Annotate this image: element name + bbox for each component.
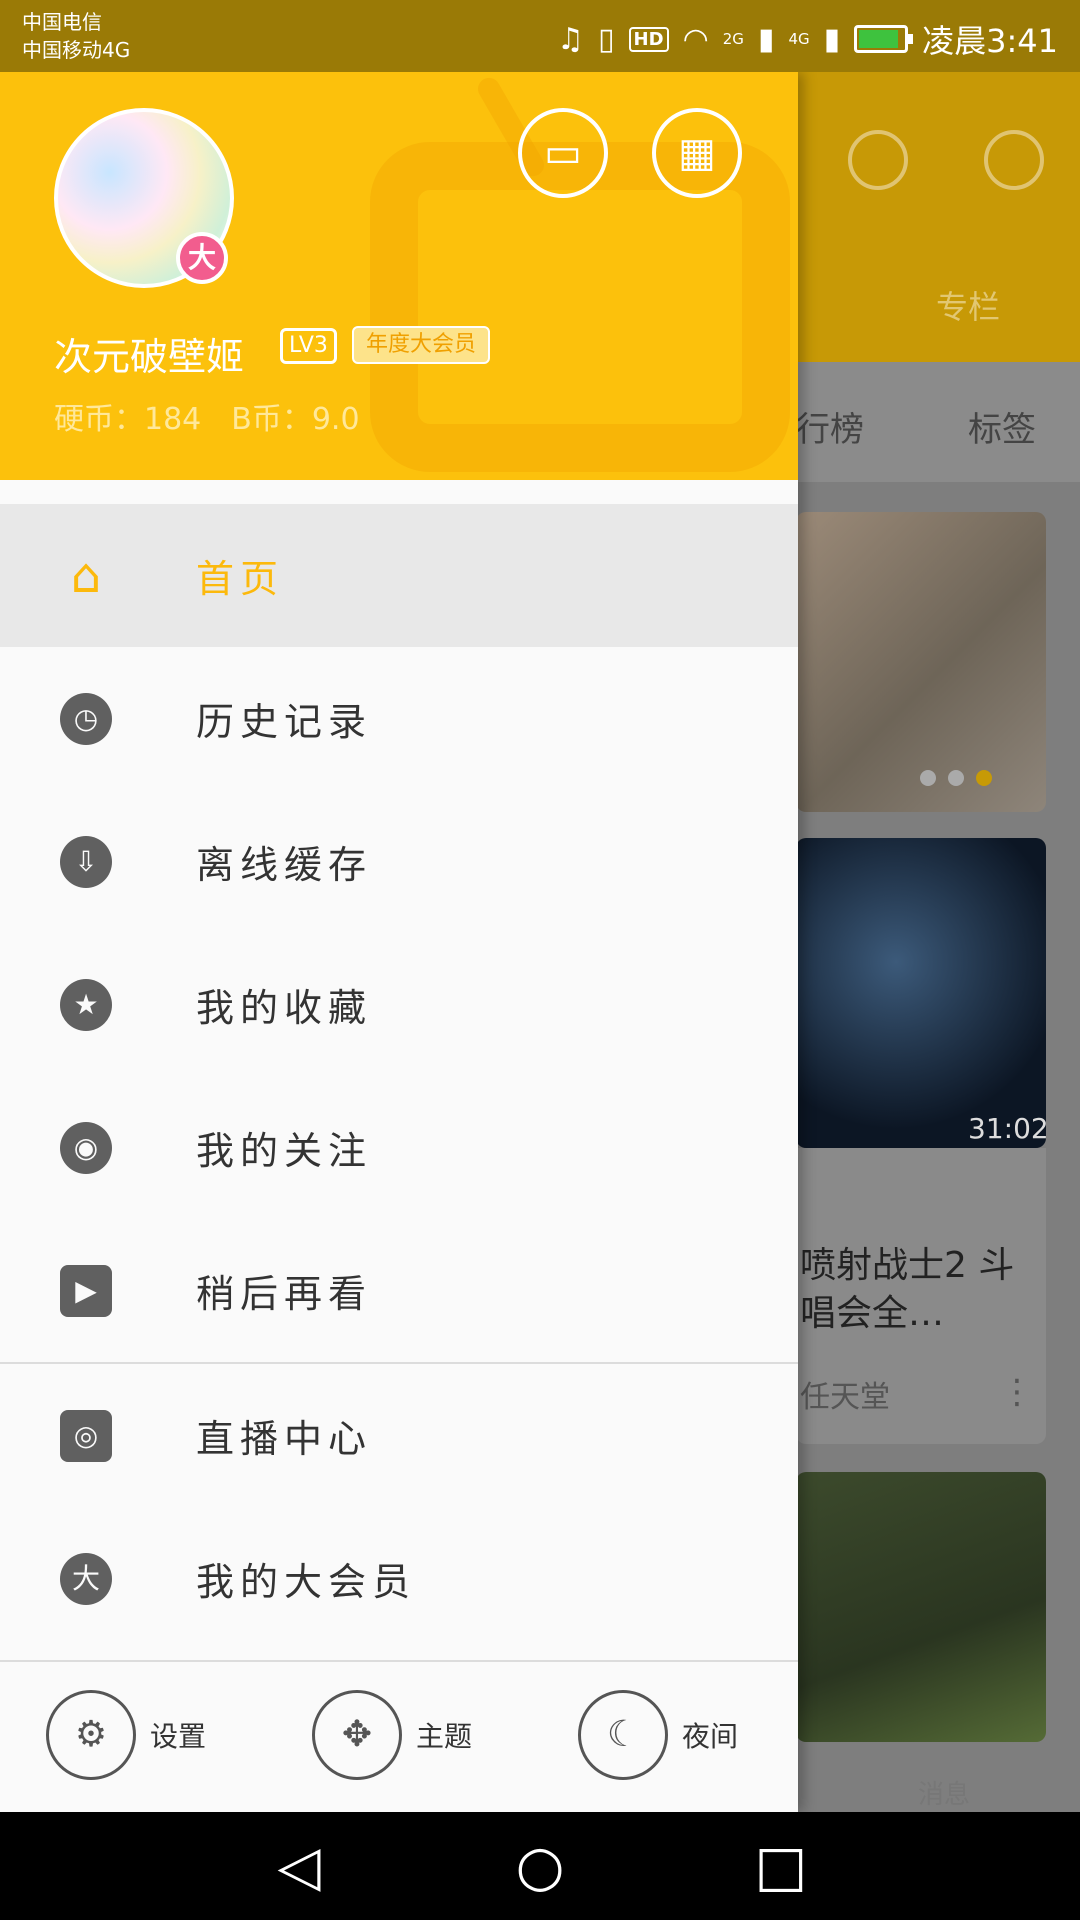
rank-link[interactable]: 行榜 <box>796 402 864 451</box>
network-4g: 4G <box>788 30 810 48</box>
watch-later-icon: ▶ <box>60 1264 112 1317</box>
carrier-1: 中国电信 <box>22 10 102 34</box>
star-icon: ★ <box>60 978 112 1031</box>
clock-icon: ◷ <box>60 692 112 745</box>
battery-icon <box>854 25 914 53</box>
theme-button[interactable]: ✥ 主题 <box>312 1690 472 1780</box>
tab-column[interactable]: 专栏 <box>936 282 1000 328</box>
status-bar: 中国电信 中国移动4G ♫ ▯ HD ◠ 2G ▮ 4G ▮ 凌晨3:41 <box>0 0 1080 72</box>
menu-item-favorites[interactable]: ★ 我的收藏 <box>0 933 798 1076</box>
download-icon[interactable] <box>848 130 908 190</box>
live-icon: ◎ <box>60 1409 112 1462</box>
menu-label: 离线缓存 <box>196 843 373 887</box>
menu-label: 直播中心 <box>196 1417 373 1461</box>
menu-item-home[interactable]: ⌂ 首页 <box>0 504 798 647</box>
username[interactable]: 次元破壁姬 <box>54 326 244 381</box>
video-card-thumb[interactable] <box>796 838 1046 1148</box>
menu-label: 首页 <box>196 557 285 601</box>
menu-label: 我的关注 <box>196 1129 373 1173</box>
night-label: 夜间 <box>682 1720 739 1753</box>
settings-button[interactable]: ⚙ 设置 <box>46 1690 206 1780</box>
menu-label: 我的收藏 <box>196 986 373 1030</box>
vip-icon: 大 <box>60 1552 112 1605</box>
menu-label: 历史记录 <box>196 700 373 744</box>
menu-item-offline-cache[interactable]: ⇩ 离线缓存 <box>0 790 798 933</box>
clock: 凌晨3:41 <box>922 22 1058 60</box>
banner-dot <box>948 770 964 786</box>
coins-balance: 硬币：184 B币：9.0 <box>54 402 360 437</box>
follow-icon: ◉ <box>60 1121 112 1174</box>
messages-tab[interactable]: 消息 <box>918 1774 970 1811</box>
vip-avatar-badge: 大 <box>176 232 228 284</box>
wifi-icon: ◠ <box>682 21 709 57</box>
banner-dots <box>920 770 992 786</box>
vibrate-icon: ▯ <box>598 21 615 57</box>
menu-item-watch-later[interactable]: ▶ 稍后再看 <box>0 1219 798 1362</box>
gear-icon: ⚙ <box>46 1690 136 1780</box>
theme-icon: ✥ <box>312 1690 402 1780</box>
drawer-footer: ⚙ 设置 ✥ 主题 ☾ 夜间 <box>0 1660 798 1812</box>
network-2g: 2G <box>722 30 744 48</box>
menu-item-history[interactable]: ◷ 历史记录 <box>0 647 798 790</box>
home-button-icon[interactable]: ○ <box>505 1832 575 1902</box>
search-icon[interactable] <box>984 130 1044 190</box>
settings-label: 设置 <box>150 1720 207 1753</box>
navigation-drawer: 大 ▭ ▦ 次元破壁姬 LV3 年度大会员 硬币：184 B币：9.0 ⌂ 首页… <box>0 72 798 1812</box>
system-nav-bar: ◁ ○ □ <box>0 1812 1080 1920</box>
menu-label: 稍后再看 <box>196 1272 373 1316</box>
hd-icon: HD <box>628 26 669 52</box>
video-uploader: 任天堂 <box>800 1380 890 1415</box>
more-icon[interactable]: ⋮ <box>1000 1372 1034 1412</box>
headphones-icon: ♫ <box>557 21 585 57</box>
home-icon: ⌂ <box>70 547 102 604</box>
drawer-header: 大 ▭ ▦ 次元破壁姬 LV3 年度大会员 硬币：184 B币：9.0 <box>0 72 798 480</box>
drawer-menu: ⌂ 首页 ◷ 历史记录 ⇩ 离线缓存 ★ 我的收藏 ◉ 我的关注 ▶ 稍后再看 … <box>0 504 798 1650</box>
carrier-2: 中国移动4G <box>22 38 131 62</box>
qrcode-icon: ▦ <box>678 130 716 176</box>
banner-dot <box>920 770 936 786</box>
video-card-thumb-2[interactable] <box>796 1472 1046 1742</box>
menu-item-my-vip[interactable]: 大 我的大会员 <box>0 1507 798 1650</box>
cloud-download-icon: ⇩ <box>60 835 112 888</box>
level-badge: LV3 <box>280 328 337 364</box>
night-mode-button[interactable]: ☾ 夜间 <box>578 1690 738 1780</box>
moon-icon: ☾ <box>578 1690 668 1780</box>
wallet-button[interactable]: ▭ <box>518 108 608 198</box>
signal-icon: ▮ <box>757 21 775 57</box>
vip-badge[interactable]: 年度大会员 <box>352 326 491 364</box>
menu-label: 我的大会员 <box>196 1560 417 1604</box>
banner-card[interactable] <box>796 512 1046 812</box>
tags-link[interactable]: 标签 <box>968 402 1036 451</box>
signal-icon-2: ▮ <box>823 21 841 57</box>
banner-dot-active <box>976 770 992 786</box>
wallet-icon: ▭ <box>544 130 582 176</box>
back-icon[interactable]: ◁ <box>264 1832 334 1902</box>
qrcode-button[interactable]: ▦ <box>652 108 742 198</box>
recents-icon[interactable]: □ <box>746 1832 816 1902</box>
status-icons: ♫ ▯ HD ◠ 2G ▮ 4G ▮ 凌晨3:41 <box>557 16 1058 62</box>
menu-item-live-center[interactable]: ◎ 直播中心 <box>0 1364 798 1507</box>
video-title: 喷射战士2 斗 唱会全… <box>800 1245 1015 1334</box>
menu-item-following[interactable]: ◉ 我的关注 <box>0 1076 798 1219</box>
theme-label: 主题 <box>416 1720 473 1753</box>
video-duration: 31:02 <box>968 1112 1049 1145</box>
carrier-info: 中国电信 中国移动4G <box>22 8 130 64</box>
